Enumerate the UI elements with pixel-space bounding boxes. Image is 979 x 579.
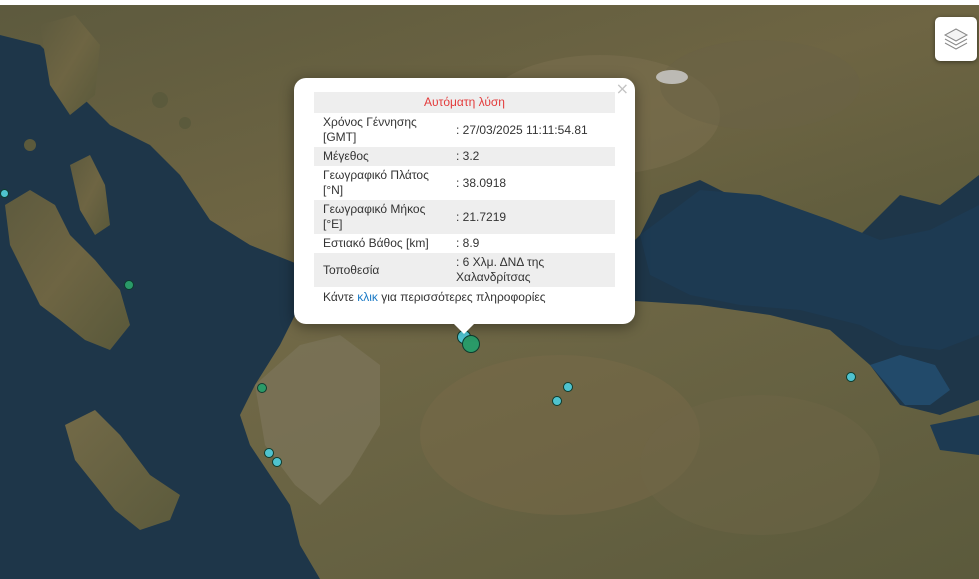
detail-label: Τοποθεσία — [314, 253, 454, 287]
earthquake-marker[interactable] — [846, 372, 856, 382]
earthquake-marker[interactable] — [0, 189, 9, 198]
map-view[interactable]: × Αυτόματη λύση Χρόνος Γέννησης [GMT] : … — [0, 5, 979, 579]
layers-icon — [943, 28, 969, 50]
detail-row: Εστιακό Βάθος [km] : 8.9 — [314, 234, 615, 253]
detail-label: Χρόνος Γέννησης [GMT] — [323, 115, 417, 144]
detail-value: : 38.0918 — [456, 175, 507, 190]
detail-row: Γεωγραφικό Μήκος [°E] : 21.7219 — [314, 200, 615, 234]
detail-value: : 3.2 — [454, 147, 615, 166]
detail-value: : 6 Χλμ. ΔΝΔ της Χαλανδρίτσας — [454, 253, 615, 287]
layers-button[interactable] — [935, 17, 977, 61]
detail-label: Εστιακό Βάθος [km] — [323, 236, 429, 250]
more-info-link[interactable]: κλικ — [357, 290, 378, 304]
detail-value: : 27/03/2025 11:11:54.81 — [456, 122, 588, 137]
detail-row: Τοποθεσία : 6 Χλμ. ΔΝΔ της Χαλανδρίτσας — [314, 253, 615, 287]
earthquake-marker[interactable] — [264, 448, 274, 458]
close-button[interactable]: × — [616, 79, 629, 99]
detail-value: : 8.9 — [456, 236, 480, 250]
detail-value: : 21.7219 — [454, 200, 615, 234]
detail-label: Γεωγραφικό Μήκος [°E] — [314, 200, 454, 234]
earthquake-marker[interactable] — [563, 382, 573, 392]
detail-row: Μέγεθος : 3.2 — [314, 147, 615, 166]
earthquake-marker[interactable] — [462, 335, 480, 353]
earthquake-popup: × Αυτόματη λύση Χρόνος Γέννησης [GMT] : … — [294, 78, 635, 334]
popup-title-row: Αυτόματη λύση — [314, 92, 615, 113]
earthquake-marker[interactable] — [124, 280, 134, 290]
popup-title: Αυτόματη λύση — [314, 92, 615, 113]
earthquake-details-table: Αυτόματη λύση Χρόνος Γέννησης [GMT] : 27… — [314, 92, 615, 287]
popup-tip — [454, 324, 474, 334]
earthquake-marker[interactable] — [272, 457, 282, 467]
detail-label: Γεωγραφικό Πλάτος [°N] — [323, 168, 429, 197]
detail-label: Μέγεθος — [314, 147, 454, 166]
detail-row: Γεωγραφικό Πλάτος [°N] : 38.0918 — [314, 166, 615, 200]
more-info-suffix: για περισσότερες πληροφορίες — [381, 290, 546, 304]
earthquake-marker[interactable] — [257, 383, 267, 393]
more-info-prefix: Κάντε — [323, 290, 354, 304]
more-info-line: Κάντε κλικ για περισσότερες πληροφορίες — [314, 287, 615, 307]
earthquake-marker[interactable] — [552, 396, 562, 406]
detail-row: Χρόνος Γέννησης [GMT] : 27/03/2025 11:11… — [314, 113, 615, 147]
